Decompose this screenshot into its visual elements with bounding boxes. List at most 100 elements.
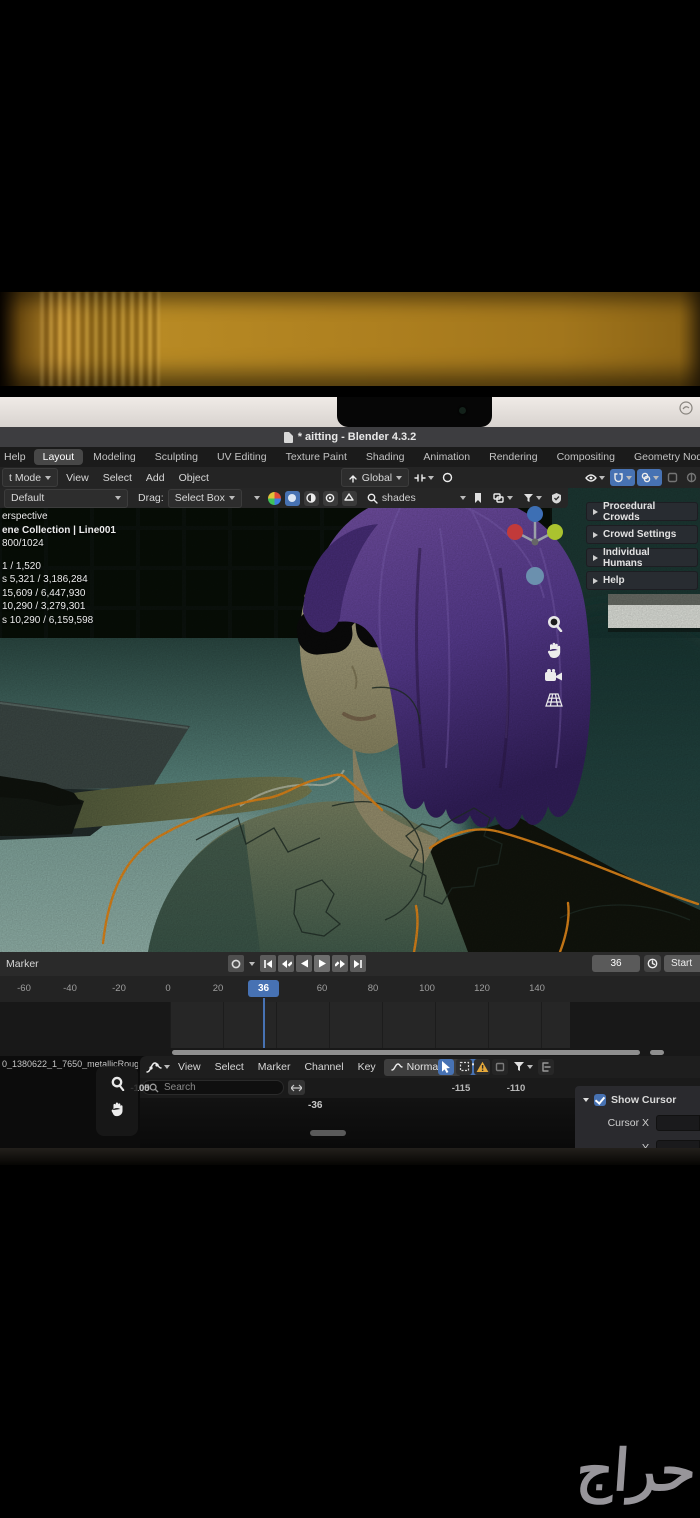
menu-object[interactable]: Object (173, 472, 215, 484)
chevron-down-icon[interactable] (249, 962, 255, 966)
proportional-editing-button[interactable] (439, 469, 456, 486)
workspace-tab-layout[interactable]: Layout (34, 449, 84, 465)
menu-view[interactable]: View (60, 472, 95, 484)
magnet-icon (613, 472, 624, 483)
graph-value-label: -36 (308, 1100, 322, 1111)
menu-add[interactable]: Add (140, 472, 171, 484)
menu-select[interactable]: Select (97, 472, 138, 484)
panel-tab-help[interactable]: Help (586, 571, 698, 590)
playhead[interactable]: 36 (248, 980, 279, 997)
graph-menu-marker[interactable]: Marker (252, 1061, 297, 1073)
timeline-ruler[interactable]: -60 -40 -20 0 20 40 60 80 100 120 140 36 (0, 976, 700, 1002)
chevron-down-icon (507, 496, 513, 500)
preset-dropdown[interactable]: Default (4, 489, 128, 508)
workspace-tab-modeling[interactable]: Modeling (84, 449, 145, 465)
graph-scrollbar-handle[interactable] (310, 1130, 346, 1136)
channel-search-input[interactable]: Search (142, 1080, 284, 1095)
graph-menu-channel[interactable]: Channel (298, 1061, 349, 1073)
workspace-tab-sculpting[interactable]: Sculpting (146, 449, 207, 465)
next-keyframe-button[interactable] (332, 955, 348, 972)
workspace-tab-uv-editing[interactable]: UV Editing (208, 449, 276, 465)
snapping-toggle[interactable] (610, 469, 635, 486)
workspace-tab-geometry-nodes[interactable]: Geometry Nodes (625, 449, 700, 465)
jump-to-end-button[interactable] (350, 955, 366, 972)
show-cursor-checkbox[interactable] (594, 1094, 606, 1106)
material-preview-sphere-icon[interactable] (268, 492, 281, 505)
chevron-down-icon (626, 476, 632, 480)
xray-toggle[interactable] (664, 469, 681, 486)
play-reverse-button[interactable] (296, 955, 312, 972)
gizmo-visibility-button[interactable] (582, 469, 608, 486)
viewport-search[interactable]: shades (361, 492, 416, 504)
mode-dropdown[interactable]: t Mode (2, 468, 58, 487)
tweak-tool-button[interactable] (438, 1059, 454, 1075)
chevron-down-icon[interactable] (254, 496, 260, 500)
cursor-x-field[interactable] (656, 1115, 700, 1131)
previous-keyframe-button[interactable] (278, 955, 294, 972)
drag-mode-dropdown[interactable]: Select Box (168, 489, 242, 508)
pan-hand-icon[interactable] (545, 641, 563, 659)
shading-rendered-button[interactable] (323, 491, 338, 506)
frame-start-field[interactable]: Start (664, 955, 700, 972)
timeline-tracks[interactable] (0, 1002, 700, 1056)
workspace-tab-rendering[interactable]: Rendering (480, 449, 546, 465)
ruler-tick: 120 (474, 983, 490, 994)
sidebar-panel-tabs: Procedural Crowds Crowd Settings Individ… (586, 502, 698, 590)
bookmark-icon[interactable] (473, 492, 483, 504)
shield-icon[interactable] (551, 492, 562, 504)
panel-tab-crowd-settings[interactable]: Crowd Settings (586, 525, 698, 544)
graph-filter-button[interactable] (510, 1058, 536, 1075)
chevron-down-icon[interactable] (583, 1098, 589, 1102)
record-button[interactable] (228, 955, 244, 972)
workspace-tab-shading[interactable]: Shading (357, 449, 414, 465)
warning-button[interactable] (474, 1059, 490, 1075)
collections-icon (493, 493, 505, 503)
zoom-tool-icon[interactable] (109, 1075, 125, 1091)
ruler-tick: 0 (165, 983, 170, 994)
playhead-line[interactable] (263, 998, 265, 1048)
timeline-menu-marker[interactable]: Marker (0, 958, 45, 970)
timeline-scrollbar[interactable] (172, 1050, 640, 1055)
xray-icon (667, 472, 678, 483)
shading-solid-button[interactable] (285, 491, 300, 506)
fcurve-editor-icon[interactable] (146, 1061, 162, 1074)
overlay-toggle-button[interactable] (538, 1059, 554, 1075)
chevron-down-icon (653, 476, 659, 480)
viewport-3d[interactable]: Default Drag: Select Box (0, 488, 700, 952)
panel-tab-individual-humans[interactable]: Individual Humans (586, 548, 698, 567)
play-button[interactable] (314, 955, 330, 972)
graph-menu-select[interactable]: Select (209, 1061, 250, 1073)
viewport-shading-extra-toggle[interactable] (683, 469, 700, 486)
prev-keyframe-icon (281, 960, 292, 968)
pan-hand-tool-icon[interactable] (109, 1101, 125, 1117)
box-select-tool-button[interactable] (456, 1059, 472, 1075)
camera-view-icon[interactable] (544, 668, 563, 684)
current-frame-field[interactable]: 36 (592, 955, 640, 972)
topbar: Help Layout Modeling Sculpting UV Editin… (0, 447, 700, 467)
perspective-grid-icon[interactable] (545, 693, 563, 707)
overlays-toggle[interactable] (637, 469, 662, 486)
use-preview-range-button[interactable] (644, 955, 661, 972)
graph-menu-key[interactable]: Key (352, 1061, 382, 1073)
workspace-tab-texture-paint[interactable]: Texture Paint (277, 449, 356, 465)
shading-material-button[interactable] (304, 491, 319, 506)
ghost-curves-button[interactable] (492, 1059, 508, 1075)
zoom-view-icon[interactable] (545, 614, 563, 632)
timeline-scrollbar-handle[interactable] (650, 1050, 664, 1055)
menu-help[interactable]: Help (0, 451, 34, 463)
chevron-down-icon[interactable] (164, 1065, 170, 1069)
screen-bottom-edge (0, 1148, 700, 1165)
expand-channels-button[interactable] (288, 1080, 305, 1095)
graph-menu-view[interactable]: View (172, 1061, 207, 1073)
chevron-down-icon[interactable] (460, 496, 466, 500)
snap-target-button[interactable] (411, 469, 437, 486)
blender-window: * aitting - Blender 4.3.2 Help Layout Mo… (0, 427, 700, 1165)
transform-orientation-dropdown[interactable]: Global (341, 468, 409, 487)
shading-wireframe-button[interactable] (342, 491, 357, 506)
workspace-tab-animation[interactable]: Animation (414, 449, 479, 465)
panel-tab-procedural-crowds[interactable]: Procedural Crowds (586, 502, 698, 521)
stat-tris: s 10,290 / 6,159,598 (2, 614, 116, 628)
jump-to-start-button[interactable] (260, 955, 276, 972)
navigation-gizmo[interactable] (506, 504, 564, 594)
workspace-tab-compositing[interactable]: Compositing (548, 449, 624, 465)
